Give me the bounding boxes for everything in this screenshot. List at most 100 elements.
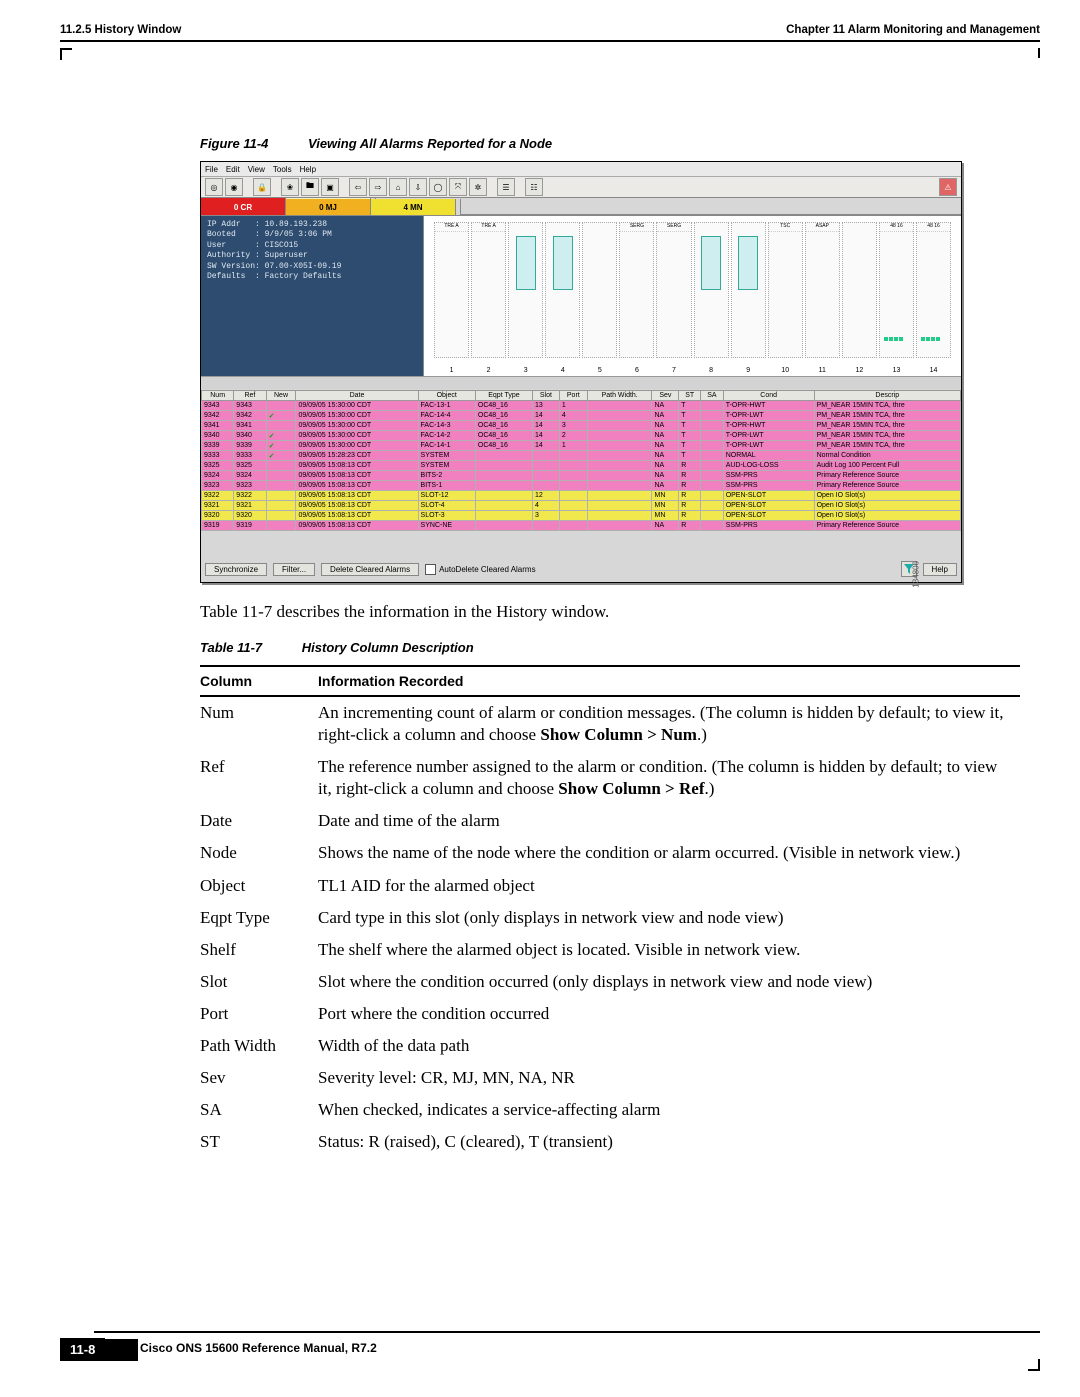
cell: SLOT-12 — [418, 491, 475, 501]
cell — [475, 471, 532, 481]
col-header[interactable]: Slot — [533, 391, 560, 401]
card-slot[interactable] — [731, 222, 766, 358]
cell — [701, 421, 724, 431]
table-row[interactable]: 9324932409/09/05 15:08:13 CDTBITS-2NARSS… — [202, 471, 961, 481]
cell: NA — [652, 411, 679, 421]
tool-icon[interactable]: ◎ — [205, 178, 223, 196]
card-slot[interactable] — [842, 222, 877, 358]
card-slot[interactable] — [545, 222, 580, 358]
table-row[interactable]: 9320932009/09/05 15:08:13 CDTSLOT-33MNRO… — [202, 511, 961, 521]
folder-icon[interactable]: 🖿 — [301, 178, 319, 196]
tool-icon[interactable]: ☰ — [497, 178, 515, 196]
down-icon[interactable]: ⇩ — [409, 178, 427, 196]
table-row[interactable]: 93339333✓09/09/05 15:28:23 CDTSYSTEMNATN… — [202, 451, 961, 461]
card-slot[interactable]: SERG — [656, 222, 691, 358]
menu-file[interactable]: File — [205, 165, 218, 174]
filter-button[interactable]: Filter... — [273, 563, 315, 576]
cell: MN — [652, 501, 679, 511]
cell: NA — [652, 461, 679, 471]
fwd-icon[interactable]: ⇨ — [369, 178, 387, 196]
cell: T-OPR-LWT — [723, 431, 814, 441]
card-slot[interactable]: TSC — [768, 222, 803, 358]
cell: T — [679, 411, 701, 421]
cell: OPEN-SLOT — [723, 491, 814, 501]
col-header[interactable]: Sev — [652, 391, 679, 401]
cell — [587, 521, 652, 531]
col-header[interactable]: Path Width. — [587, 391, 652, 401]
cell: R — [679, 491, 701, 501]
back-icon[interactable]: ⇦ — [349, 178, 367, 196]
table-row[interactable]: 9319931909/09/05 15:08:13 CDTSYNC-NENARS… — [202, 521, 961, 531]
table-row[interactable]: 9343934309/09/05 15:30:00 CDTFAC-13-1OC4… — [202, 401, 961, 411]
cell: T — [679, 431, 701, 441]
help-button[interactable]: Help — [923, 563, 957, 576]
tool-icon[interactable]: ▣ — [321, 178, 339, 196]
cell — [587, 511, 652, 521]
table-row[interactable]: 93429342✓09/09/05 15:30:00 CDTFAC-14-4OC… — [202, 411, 961, 421]
cell — [533, 521, 560, 531]
menu-tools[interactable]: Tools — [273, 165, 292, 174]
table-row[interactable]: 93399339✓09/09/05 15:30:00 CDTFAC-14-1OC… — [202, 441, 961, 451]
cell: 3 — [533, 511, 560, 521]
tool-icon[interactable]: ⤧ — [449, 178, 467, 196]
card-slot[interactable]: TRE A — [434, 222, 469, 358]
menu-help[interactable]: Help — [300, 165, 316, 174]
tool-icon[interactable]: ◯ — [429, 178, 447, 196]
menu-view[interactable]: View — [248, 165, 265, 174]
col-header[interactable]: ST — [679, 391, 701, 401]
card-slot[interactable] — [508, 222, 543, 358]
cell: 9343 — [202, 401, 234, 411]
cell: 9321 — [202, 501, 234, 511]
figure-caption: Figure 11-4 Viewing All Alarms Reported … — [200, 136, 1020, 151]
cell — [701, 431, 724, 441]
menu-edit[interactable]: Edit — [226, 165, 240, 174]
shelf-view[interactable]: TRE A TRE A SERG SERG TSC ASAP 48 16 48 … — [423, 216, 961, 376]
alert-icon[interactable]: ⚠ — [939, 178, 957, 196]
col-desc: Shows the name of the node where the con… — [318, 837, 1020, 869]
col-header[interactable]: Date — [296, 391, 418, 401]
slot-num: 2 — [471, 367, 506, 374]
card-slot[interactable]: TRE A — [471, 222, 506, 358]
col-header[interactable]: Eqpt Type — [475, 391, 532, 401]
col-header[interactable]: New — [266, 391, 296, 401]
tool-icon[interactable]: ❀ — [281, 178, 299, 196]
col-header[interactable]: Port — [559, 391, 587, 401]
card-slot[interactable]: ASAP — [805, 222, 840, 358]
lock-icon[interactable]: 🔒 — [253, 178, 271, 196]
card-slot[interactable] — [582, 222, 617, 358]
tool-icon[interactable]: ☷ — [525, 178, 543, 196]
col-header[interactable]: Cond — [723, 391, 814, 401]
table-row[interactable]: 9341934109/09/05 15:30:00 CDTFAC-14-3OC4… — [202, 421, 961, 431]
home-icon[interactable]: ⌂ — [389, 178, 407, 196]
cell: 9319 — [202, 521, 234, 531]
table-row[interactable]: 9325932509/09/05 15:08:13 CDTSYSTEMNARAU… — [202, 461, 961, 471]
cell: SYSTEM — [418, 451, 475, 461]
col-header[interactable]: Num — [202, 391, 234, 401]
col-header[interactable]: Ref — [234, 391, 266, 401]
bottom-button-bar: Synchronize Filter... Delete Cleared Ala… — [205, 560, 957, 578]
card-slot[interactable]: 48 16 — [879, 222, 914, 358]
node-info-panel: IP Addr : 10.89.193.238 Booted : 9/9/05 … — [201, 216, 423, 376]
col-desc: When checked, indicates a service-affect… — [318, 1094, 1020, 1126]
synchronize-button[interactable]: Synchronize — [205, 563, 267, 576]
col-header[interactable]: Object — [418, 391, 475, 401]
card-slot[interactable] — [694, 222, 729, 358]
cell: 13 — [533, 401, 560, 411]
card-slot[interactable]: SERG — [619, 222, 654, 358]
cell: NA — [652, 481, 679, 491]
gear-icon[interactable]: ✲ — [469, 178, 487, 196]
cell — [587, 481, 652, 491]
table-row[interactable]: 9322932209/09/05 15:08:13 CDTSLOT-1212MN… — [202, 491, 961, 501]
table-row[interactable]: 9321932109/09/05 15:08:13 CDTSLOT-44MNRO… — [202, 501, 961, 511]
col-header[interactable]: Descrip — [814, 391, 960, 401]
autodelete-checkbox[interactable]: AutoDelete Cleared Alarms — [425, 564, 536, 575]
table-row[interactable]: 93409340✓09/09/05 15:30:00 CDTFAC-14-2OC… — [202, 431, 961, 441]
card-slot[interactable]: 48 16 — [916, 222, 951, 358]
tool-icon[interactable]: ◉ — [225, 178, 243, 196]
col-header[interactable]: SA — [701, 391, 724, 401]
delete-cleared-button[interactable]: Delete Cleared Alarms — [321, 563, 419, 576]
alarm-grid[interactable]: NumRefNewDateObjectEqpt TypeSlotPortPath… — [201, 390, 961, 556]
table-row[interactable]: 9323932309/09/05 15:08:13 CDTBITS-1NARSS… — [202, 481, 961, 491]
h-scrollbar[interactable] — [201, 376, 961, 389]
cell — [559, 481, 587, 491]
